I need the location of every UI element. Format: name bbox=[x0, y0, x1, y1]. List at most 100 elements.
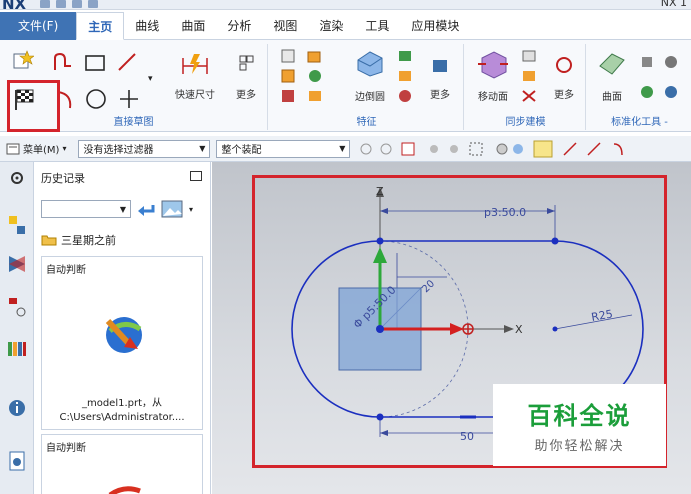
history-folder[interactable]: 三星期之前 bbox=[41, 232, 116, 248]
quick-dimension-label: 快速尺寸 bbox=[175, 90, 215, 101]
sketch-more-button[interactable]: 更多 bbox=[228, 52, 264, 101]
circle-icon[interactable] bbox=[84, 88, 108, 110]
delete-face-icon[interactable] bbox=[520, 88, 538, 104]
gear-icon[interactable] bbox=[9, 170, 25, 186]
point-plus-icon[interactable] bbox=[118, 88, 140, 110]
chevron-down-icon: ▼ bbox=[199, 144, 206, 153]
mirror-icon[interactable] bbox=[396, 88, 414, 104]
sync-more-button[interactable]: 更多 bbox=[546, 52, 582, 101]
unite-icon[interactable] bbox=[280, 88, 296, 104]
history-item[interactable]: 自动判断 _model1.prt，从 C:\Users\Administrato… bbox=[41, 256, 203, 430]
nx-part-icon bbox=[108, 486, 141, 494]
history-view-dropdown[interactable]: ▼ bbox=[41, 200, 131, 218]
edge-blend-icon bbox=[357, 51, 383, 77]
reuse-library-icon[interactable] bbox=[6, 338, 28, 360]
group-sync-modeling: 移动面 更多 同步建模 bbox=[466, 44, 586, 130]
surface-label: 曲面 bbox=[602, 92, 622, 103]
more-icon bbox=[433, 60, 447, 72]
palette-icon[interactable] bbox=[161, 200, 183, 218]
history-item-file: _model1.prt，从 bbox=[81, 398, 163, 409]
tab-surface[interactable]: 曲面 bbox=[170, 12, 216, 40]
part-navigator-icon[interactable] bbox=[7, 296, 27, 318]
assembly-scope-dropdown[interactable]: 整个装配 ▼ bbox=[216, 139, 351, 158]
command-bar: 菜单(M) ▾ 没有选择过滤器 ▼ 整个装配 ▼ bbox=[0, 136, 691, 162]
fastener-icon[interactable] bbox=[638, 54, 656, 70]
tab-analysis[interactable]: 分析 bbox=[216, 12, 262, 40]
edge-blend-label: 边倒圆 bbox=[355, 92, 385, 103]
standardize-group-label: 标准化工具 - bbox=[611, 117, 668, 128]
edge-blend-button[interactable]: 边倒圆 bbox=[350, 48, 390, 103]
menu-tabs: 文件(F) 主页 曲线 曲面 分析 视图 渲染 工具 应用模块 bbox=[0, 11, 691, 40]
history-folder-label: 三星期之前 bbox=[61, 234, 116, 247]
draft-icon[interactable] bbox=[396, 68, 414, 84]
tab-render[interactable]: 渲染 bbox=[308, 12, 354, 40]
tab-applications[interactable]: 应用模块 bbox=[400, 12, 470, 40]
quick-dimension-icon bbox=[182, 54, 208, 74]
standard-part-icon[interactable] bbox=[662, 54, 680, 70]
menu-dropdown-icon: ▾ bbox=[62, 144, 67, 153]
tool-green-icon[interactable] bbox=[638, 84, 656, 100]
tab-file[interactable]: 文件(F) bbox=[0, 11, 77, 40]
redo-icon[interactable] bbox=[72, 0, 82, 8]
line-icon[interactable] bbox=[116, 52, 138, 72]
undo-icon[interactable] bbox=[56, 0, 66, 8]
move-face-label: 移动面 bbox=[478, 92, 508, 103]
ribbon: ▾ 快速尺寸 更多 直接草图 边倒圆 更多 特征 移动面 更多 同步建模 曲面 … bbox=[0, 40, 691, 132]
feature-more-button[interactable]: 更多 bbox=[422, 52, 458, 101]
tab-home[interactable]: 主页 bbox=[76, 11, 125, 40]
sketch-more-label: 更多 bbox=[236, 90, 256, 101]
history-toolbar: ▼ ▾ bbox=[41, 200, 193, 218]
menu-label: 菜单(M) bbox=[23, 145, 60, 156]
nx-logo: NX bbox=[2, 0, 27, 10]
selection-filter-dropdown[interactable]: 没有选择过滤器 ▼ bbox=[78, 139, 211, 158]
sync-group-label: 同步建模 bbox=[505, 117, 546, 128]
save-icon[interactable] bbox=[40, 0, 50, 8]
quick-dimension-button[interactable]: 快速尺寸 bbox=[170, 52, 220, 101]
assembly-navigator-icon[interactable] bbox=[7, 214, 27, 236]
tab-curve[interactable]: 曲线 bbox=[124, 12, 170, 40]
watermark: 百科全说 助你轻松解决 bbox=[493, 384, 666, 466]
profile-icon[interactable] bbox=[52, 52, 74, 72]
constraint-navigator-icon[interactable] bbox=[7, 254, 27, 276]
chevron-down-icon: ▼ bbox=[339, 144, 346, 153]
window-icon[interactable] bbox=[88, 0, 98, 8]
history-item[interactable]: 自动判断 bbox=[41, 434, 203, 494]
group-feature: 边倒圆 更多 特征 bbox=[270, 44, 464, 130]
window-title: NX 1 bbox=[660, 0, 687, 9]
history-item-path: C:\Users\Administrator.... bbox=[59, 412, 185, 423]
hole-icon[interactable] bbox=[280, 68, 296, 84]
maximize-icon[interactable] bbox=[190, 171, 202, 181]
info-icon[interactable] bbox=[7, 396, 27, 418]
gallery-expand-icon[interactable]: ▾ bbox=[148, 74, 153, 84]
feature-more-label: 更多 bbox=[430, 90, 450, 101]
history-item-label: 自动判断 bbox=[46, 265, 86, 276]
group-standardize: 曲面 标准化工具 - bbox=[588, 44, 691, 130]
offset-region-icon[interactable] bbox=[520, 68, 538, 84]
history-title: 历史记录 bbox=[41, 172, 85, 185]
block-icon[interactable] bbox=[280, 48, 296, 64]
tab-view[interactable]: 视图 bbox=[262, 12, 308, 40]
pattern-icon[interactable] bbox=[306, 68, 324, 84]
move-face-icon bbox=[478, 51, 508, 79]
move-face-button[interactable]: 移动面 bbox=[472, 48, 514, 103]
history-panel: 历史记录 ▼ ▾ 三星期之前 自动判断 _model1.prt，从 C:\Use… bbox=[35, 162, 211, 494]
history-icon[interactable] bbox=[7, 450, 27, 472]
surface-button[interactable]: 曲面 bbox=[592, 48, 632, 103]
chamfer-icon[interactable] bbox=[396, 48, 414, 64]
menu-button[interactable]: 菜单(M) ▾ bbox=[6, 141, 66, 156]
pull-face-icon[interactable] bbox=[520, 48, 538, 64]
tool-blue-icon[interactable] bbox=[662, 84, 680, 100]
sync-more-label: 更多 bbox=[554, 90, 574, 101]
shell-icon[interactable] bbox=[306, 88, 324, 104]
history-item-label: 自动判断 bbox=[46, 443, 86, 454]
tab-tools[interactable]: 工具 bbox=[354, 12, 400, 40]
more-icon bbox=[556, 57, 572, 73]
snap-toolbar-icons[interactable] bbox=[356, 140, 656, 158]
chevron-down-icon: ▼ bbox=[119, 204, 126, 214]
extrude-icon[interactable] bbox=[306, 48, 324, 64]
rectangle-icon[interactable] bbox=[84, 54, 106, 72]
chevron-down-icon[interactable]: ▾ bbox=[189, 205, 193, 214]
selection-filter-value: 没有选择过滤器 bbox=[83, 145, 154, 156]
sketch-icon[interactable] bbox=[12, 50, 34, 70]
back-arrow-icon[interactable] bbox=[137, 202, 155, 216]
